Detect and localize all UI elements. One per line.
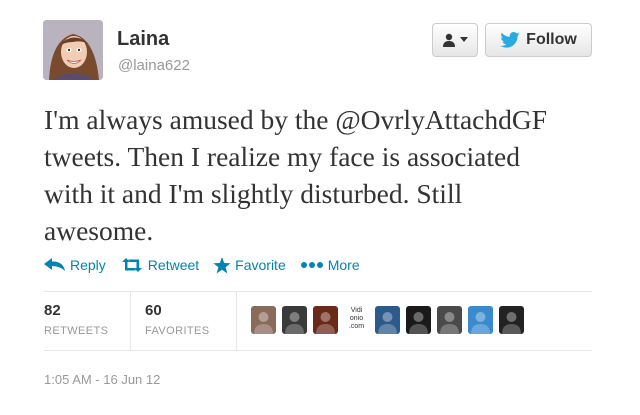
- retweet-icon: [121, 258, 142, 272]
- favoriter-avatar-text: Vidi onio .com: [348, 307, 365, 330]
- favoriter-avatar[interactable]: [468, 306, 493, 334]
- avatar-image-icon: [406, 306, 431, 334]
- avatar-image-icon: [375, 306, 400, 334]
- retweets-stat[interactable]: 82 RETWEETS: [44, 292, 130, 350]
- retweet-button[interactable]: Retweet: [120, 257, 199, 273]
- tweet-stats: 82 RETWEETS 60 FAVORITES Vidi onio .com: [44, 291, 592, 351]
- tweet-text-line: with it and I'm slightly disturbed. Stil…: [44, 178, 463, 209]
- retweet-label: Retweet: [147, 257, 200, 273]
- favoriter-avatar[interactable]: [406, 306, 431, 334]
- star-icon: [213, 256, 231, 273]
- tweet-text-line: tweets. Then I realize my face is associ…: [44, 141, 520, 172]
- more-button[interactable]: More: [300, 257, 360, 273]
- favorite-label: Favorite: [235, 257, 286, 273]
- stats-divider: [236, 292, 237, 350]
- user-actions-dropdown[interactable]: [432, 23, 478, 57]
- tweet-actions: Reply Retweet Favorite More: [44, 255, 374, 275]
- avatar-image-icon: [251, 306, 276, 334]
- avatar-image-icon: [313, 306, 338, 334]
- reply-label: Reply: [70, 257, 106, 273]
- favoriter-avatar[interactable]: [282, 306, 307, 334]
- tweet-text-line: I'm always amused by the @OvrlyAttachdGF: [44, 104, 548, 135]
- caret-down-icon: [460, 37, 468, 42]
- follow-button-label: Follow: [526, 31, 577, 48]
- reply-arrow-icon: [44, 258, 65, 271]
- favoriter-avatar[interactable]: [499, 306, 524, 334]
- tweet-timestamp[interactable]: 1:05 AM - 16 Jun 12: [44, 372, 160, 387]
- avatar-image-icon: [468, 306, 493, 334]
- favoriter-avatar[interactable]: [437, 306, 462, 334]
- favorites-stat[interactable]: 60 FAVORITES: [145, 292, 235, 350]
- user-name[interactable]: Laina: [117, 28, 169, 51]
- favoriter-avatar[interactable]: [375, 306, 400, 334]
- reply-button[interactable]: Reply: [44, 257, 106, 273]
- more-dots-icon: [300, 262, 323, 268]
- tweet-card: Laina @laina622 Follow I'm always amused…: [0, 0, 640, 415]
- tweet-text: I'm always amused by the @OvrlyAttachdGF…: [44, 101, 604, 249]
- retweets-label: RETWEETS: [44, 325, 109, 337]
- favorites-label: FAVORITES: [145, 325, 210, 337]
- person-icon: [443, 33, 455, 47]
- user-handle[interactable]: @laina622: [118, 57, 190, 74]
- retweets-count: 82: [44, 302, 61, 319]
- favoriter-avatar[interactable]: [251, 306, 276, 334]
- more-label: More: [327, 257, 360, 273]
- avatar-image-icon: [437, 306, 462, 334]
- favoriter-avatar[interactable]: [313, 306, 338, 334]
- favoriters-list: Vidi onio .com: [251, 306, 524, 334]
- user-avatar[interactable]: [43, 20, 103, 80]
- twitter-bird-icon: [500, 32, 520, 48]
- follow-button[interactable]: Follow: [485, 23, 592, 57]
- tweet-text-line: awesome.: [44, 215, 154, 246]
- favorite-button[interactable]: Favorite: [213, 256, 286, 274]
- stats-divider: [130, 292, 131, 350]
- avatar-image-icon: [282, 306, 307, 334]
- favorites-count: 60: [145, 302, 162, 319]
- avatar-image-icon: [499, 306, 524, 334]
- favoriter-avatar[interactable]: Vidi onio .com: [344, 306, 369, 334]
